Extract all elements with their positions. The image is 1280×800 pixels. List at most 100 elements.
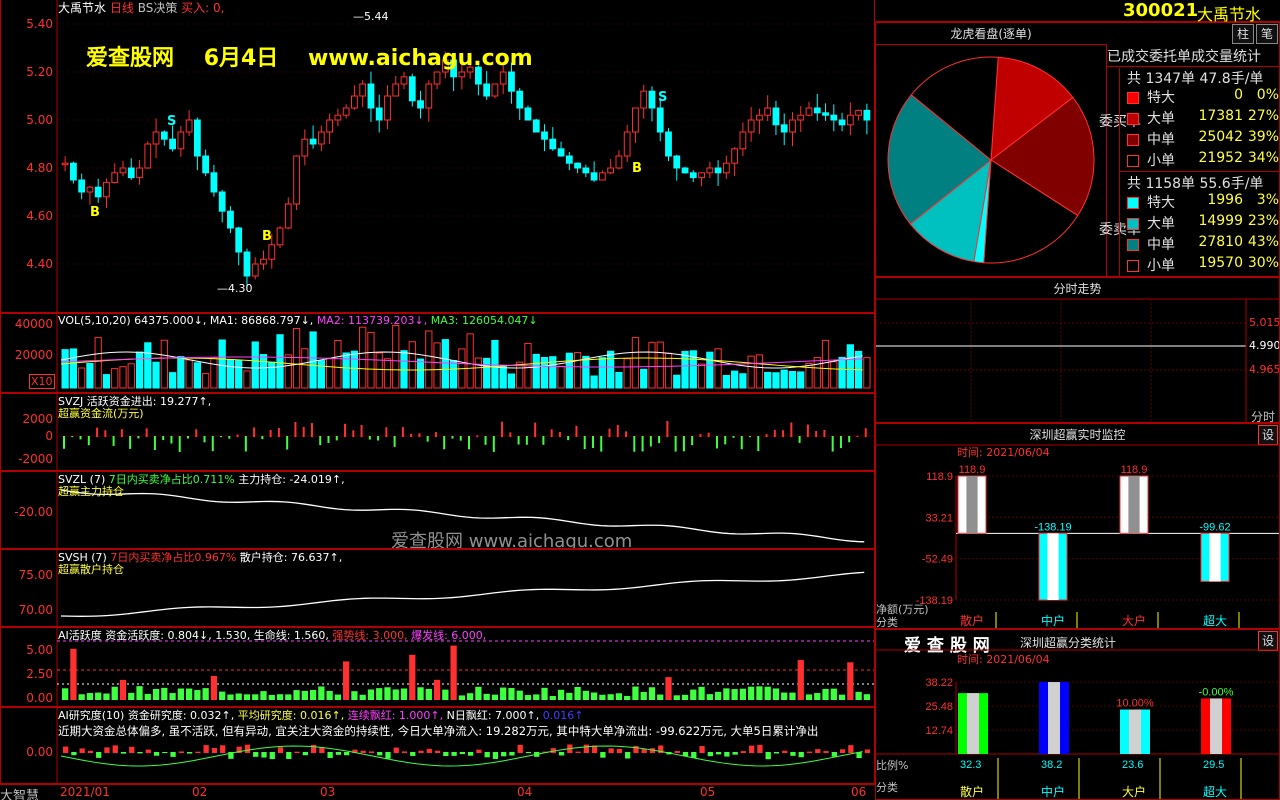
activity-bar: [838, 694, 846, 700]
capital-flow-bar: [558, 431, 561, 437]
class-bar: [1039, 682, 1069, 754]
research-bar: [186, 752, 193, 754]
candle-body: [813, 107, 821, 114]
research-bar: [178, 751, 184, 753]
bar-top-label: 10.00%: [1116, 698, 1154, 710]
activity-bar: [698, 686, 705, 700]
candle-body: [375, 107, 383, 121]
volume-bar: [441, 339, 449, 389]
volume-bar: [218, 339, 226, 389]
order-size-label: 小单: [1147, 153, 1175, 169]
research-bar: [674, 750, 680, 753]
volume-bar: [226, 359, 235, 389]
note-mode-button[interactable]: 笔: [1256, 24, 1278, 44]
capital-flow-bar: [699, 434, 702, 437]
order-volume: 19570: [1198, 255, 1243, 271]
svsh-panel[interactable]: SVSH (7) 7日内买卖净占比0.967% 散户持仓: 76.637↑, 超…: [0, 549, 875, 627]
volume-bar: [61, 349, 69, 389]
vol-ma3: MA3: 126054.047↓: [430, 314, 538, 327]
volume-bar: [202, 373, 210, 389]
stock-name: 大禹节水: [58, 1, 107, 15]
volume-bar: [722, 374, 730, 389]
order-percent: 43%: [1247, 234, 1279, 250]
capital-flow-bar: [294, 422, 297, 437]
capital-flow-bar: [186, 436, 189, 439]
research-bar: [501, 752, 507, 757]
order-volume: 27810: [1198, 234, 1243, 250]
candle-body: [805, 107, 813, 116]
activity-bar: [450, 645, 457, 700]
order-percent: 3%: [1256, 192, 1279, 208]
bar-highlight: [1129, 709, 1141, 754]
x-tick: 04: [517, 785, 533, 799]
capital-flow-bar: [63, 436, 65, 449]
volume-bar: [491, 339, 499, 389]
activity-bar: [681, 694, 689, 700]
activity-bar: [491, 694, 499, 700]
order-size-label: 中单: [1147, 237, 1175, 253]
volume-bar: [86, 362, 94, 389]
y-tick: 38.22: [925, 677, 953, 689]
candle-body: [334, 114, 342, 121]
bar-value-label: 118.9: [1121, 464, 1148, 476]
bar-mode-button[interactable]: 柱: [1232, 24, 1254, 44]
intraday-panel[interactable]: 分时走势 5.015 4.990 4.965 分时: [875, 277, 1280, 423]
research-bar: [286, 752, 292, 759]
ai-research-value: 资金研究度: 0.032↑,: [127, 709, 235, 722]
sell-signal-marker: S: [167, 114, 177, 129]
volume-bar: [251, 341, 259, 389]
capital-flow-bar: [261, 436, 264, 440]
order-stat-row: 中单 25042 39%: [1107, 129, 1279, 150]
svzj-panel[interactable]: SVZJ 活跃资金进出: 19.277↑, 超赢资金流(万元) 2000 0 -…: [0, 393, 875, 471]
pie-panel[interactable]: 龙虎看盘(逐单) 柱 笔 已成交委托单成交量统计 委买单 共 1347单 47.…: [875, 22, 1280, 277]
bar-value-label: 118.9: [959, 464, 986, 476]
research-bar: [757, 744, 763, 753]
research-bar: [145, 749, 151, 753]
candle-body: [317, 131, 325, 145]
capital-flow-bar: [517, 436, 520, 445]
ai-active-panel[interactable]: AI活跃度 资金活跃度: 0.804↓, 1.530, 生命线: 1.560, …: [0, 627, 875, 707]
candle-body: [714, 167, 722, 174]
x-tick: 05: [700, 785, 716, 799]
volume-bar: [433, 342, 441, 389]
y-tick: 70.00: [18, 603, 53, 617]
volume-panel[interactable]: VOL(5,10,20) 64375.000↓, MA1: 86868.797↓…: [0, 313, 875, 393]
capital-flow-bar: [740, 436, 743, 450]
svzl-panel[interactable]: SVZL (7) 7日内买卖净占比0.711% 主力持仓: -24.019↑, …: [0, 471, 875, 549]
research-bar: [203, 745, 209, 753]
x-tick: 2021/01: [60, 785, 110, 799]
order-size-label: 特大: [1147, 90, 1175, 106]
capital-flow-bar: [715, 436, 718, 449]
activity-bar: [384, 687, 391, 700]
capital-flow-bar: [525, 436, 528, 445]
volume-bar: [565, 352, 573, 389]
capital-flow-bar: [707, 432, 710, 437]
research-bar: [393, 747, 399, 753]
candle-body: [70, 162, 77, 181]
class-panel[interactable]: 爱 查 股 网 深圳超赢分类统计 设 时间: 2021/06/04 38.22 2…: [875, 629, 1280, 800]
activity-bar: [86, 693, 94, 700]
activity-bar: [508, 687, 515, 700]
volume-bar: [268, 361, 276, 389]
kline-panel[interactable]: 大禹节水 日线 BS决策 买入: 0, 爱查股网 6月4日 www.aichag…: [0, 0, 875, 313]
legend-swatch: [1127, 113, 1139, 125]
monitor-panel[interactable]: 深圳超赢实时监控 设 时间: 2021/06/04 118.9 33.21 -52.…: [875, 423, 1280, 629]
activity-bar: [367, 689, 375, 700]
research-bar: [773, 752, 780, 754]
activity-bar: [177, 688, 184, 700]
research-bar: [63, 746, 69, 753]
activity-bar: [797, 660, 804, 700]
volume-bar: [317, 360, 325, 389]
activity-bar: [334, 694, 342, 700]
research-bar: [170, 752, 176, 757]
candle-body: [202, 155, 210, 174]
ai-active-strong: 强势线: 3.000,: [332, 629, 408, 642]
x-tick: 03: [320, 785, 336, 799]
candle-body: [855, 109, 862, 116]
activity-bar: [119, 679, 127, 700]
research-bar: [269, 752, 275, 760]
capital-flow-bar: [211, 436, 214, 452]
ai-research-panel[interactable]: AI研究度(10) 资金研究度: 0.032↑, 平均研究度: 0.016↑, …: [0, 707, 875, 784]
category-label: 超大: [1203, 613, 1227, 628]
volume-bar: [259, 354, 268, 389]
